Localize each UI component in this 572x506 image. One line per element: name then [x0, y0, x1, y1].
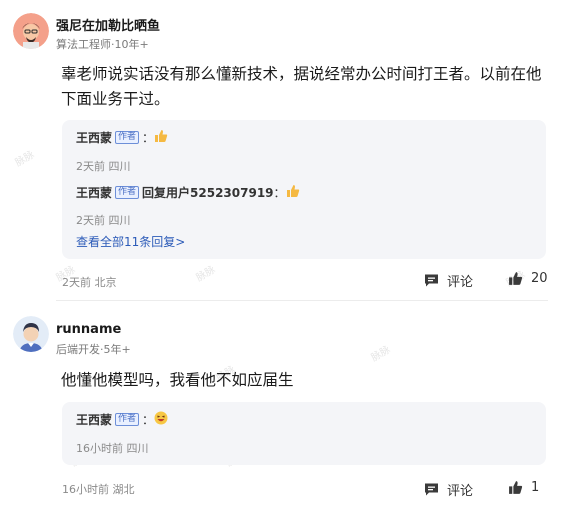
- comment-button[interactable]: 评论: [424, 480, 473, 499]
- reply-colon: ：: [142, 413, 155, 427]
- reply-meta: 2天前 四川: [76, 160, 131, 173]
- reply-item[interactable]: 王西蒙 作者 ：: [76, 129, 168, 146]
- comment-button[interactable]: 评论: [424, 271, 473, 290]
- reply-meta: 16小时前 四川: [76, 442, 149, 455]
- comment-label: 评论: [447, 275, 474, 290]
- avatar[interactable]: [13, 316, 49, 352]
- user-title: 算法工程师·10年+: [56, 38, 149, 51]
- like-button[interactable]: 1: [508, 480, 539, 495]
- reply-author-name[interactable]: 王西蒙: [76, 411, 112, 428]
- reply-item[interactable]: 王西蒙 作者 ：: [76, 411, 168, 428]
- comment-icon: [425, 483, 438, 496]
- reply-list: 王西蒙 作者 ： 16小时前 四川: [62, 402, 546, 465]
- reply-colon: ：: [142, 131, 155, 145]
- user-name[interactable]: 强尼在加勒比晒鱼: [56, 15, 160, 34]
- author-badge: 作者: [115, 413, 140, 426]
- reply-colon: ：: [273, 186, 286, 200]
- comment-label: 评论: [447, 484, 474, 499]
- comment-text: 辜老师说实话没有那么懂新技术，据说经常办公时间打王者。以前在他下面业务干过。: [61, 65, 542, 108]
- user-name[interactable]: runname: [56, 322, 121, 337]
- comment-icon: [425, 274, 438, 287]
- reply-author-name[interactable]: 王西蒙: [76, 184, 112, 201]
- comment-text: 他懂他模型吗，我看他不如应届生: [61, 371, 294, 389]
- reply-author-name[interactable]: 王西蒙: [76, 129, 112, 146]
- author-badge: 作者: [115, 131, 140, 144]
- comment-meta: 2天前 北京: [62, 276, 117, 289]
- like-count: 20: [531, 271, 548, 286]
- reply-list: 王西蒙 作者 ： 2天前 四川 王西蒙 作者 回复用户5252307919 ： …: [62, 120, 546, 259]
- reply-item[interactable]: 王西蒙 作者 回复用户5252307919 ：: [76, 184, 300, 201]
- author-badge: 作者: [115, 186, 140, 199]
- comment-item: runname 后端开发·5年+ 他懂他模型吗，我看他不如应届生 王西蒙 作者 …: [0, 300, 572, 506]
- laughing-face-icon: [154, 411, 168, 428]
- thumbs-up-icon: [509, 272, 523, 285]
- reply-to-label: 回复用户5252307919: [142, 186, 274, 200]
- thumbs-up-icon: [286, 184, 300, 201]
- comment-meta: 16小时前 湖北: [62, 483, 135, 496]
- thumbs-up-icon: [509, 481, 523, 494]
- like-count: 1: [531, 480, 540, 495]
- like-button[interactable]: 20: [508, 271, 548, 286]
- view-all-replies-link[interactable]: 查看全部11条回复>: [76, 233, 185, 250]
- reply-meta: 2天前 四川: [76, 214, 131, 227]
- thumbs-up-icon: [154, 129, 168, 146]
- avatar[interactable]: [13, 13, 49, 49]
- user-title: 后端开发·5年+: [56, 343, 131, 356]
- comment-item: 强尼在加勒比晒鱼 算法工程师·10年+ 辜老师说实话没有那么懂新技术，据说经常办…: [0, 0, 572, 301]
